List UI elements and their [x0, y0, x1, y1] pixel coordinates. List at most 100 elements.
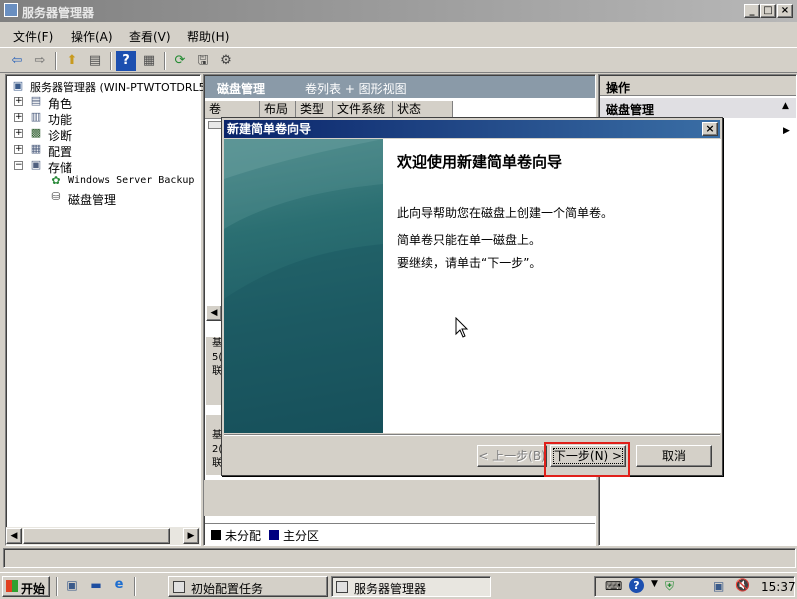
security-tray-icon[interactable]: ⛨ [665, 579, 674, 594]
actions-header: 操作 [600, 76, 796, 96]
tree-item-configuration[interactable]: 配置 [48, 143, 72, 160]
clock[interactable]: 15:37 [761, 580, 796, 594]
dialog-title: 新建简单卷向导 [227, 122, 312, 136]
tree-root[interactable]: 服务器管理器 (WIN-PTWTOTDRL5 [30, 79, 206, 95]
network-tray-icon[interactable]: ▣ [713, 579, 724, 593]
expand-diagnostics-icon[interactable]: + [14, 129, 23, 138]
wizard-content: 欢迎使用新建简单卷向导 此向导帮助您在磁盘上创建一个简单卷。 简单卷只能在单一磁… [383, 139, 721, 433]
primary-partition-swatch [269, 530, 279, 540]
dialog-close-button[interactable]: × [702, 122, 718, 136]
middle-header: 磁盘管理 卷列表 + 图形视图 [205, 76, 595, 98]
banner-wave-graphic [224, 139, 383, 433]
actions-header-title: 操作 [606, 81, 631, 95]
toolbar-separator [110, 52, 112, 70]
start-label: 开始 [21, 582, 46, 596]
toolbar-separator [164, 52, 166, 70]
restore-button[interactable]: □ [760, 4, 776, 18]
wizard-heading: 欢迎使用新建简单卷向导 [397, 153, 563, 171]
export-icon[interactable]: 🖫 [193, 51, 213, 71]
tree-item-features[interactable]: 功能 [48, 111, 72, 128]
status-bar [3, 548, 796, 568]
help-tray-icon[interactable]: ? [629, 578, 644, 593]
new-simple-volume-wizard: 新建简单卷向导 × 欢迎使用新建简单卷向导 此向导帮助您在磁盘上创建一个简单卷。… [221, 117, 723, 477]
expand-features-icon[interactable]: + [14, 113, 23, 122]
mouse-cursor-icon [455, 317, 469, 338]
disk-graphic-area [204, 480, 596, 516]
properties-icon[interactable]: ▦ [139, 51, 159, 71]
menu-file[interactable]: 文件(F) [13, 28, 53, 45]
disk-management-icon: ⛁ [51, 190, 61, 203]
toolbar-separator [55, 52, 57, 70]
navigation-tree[interactable]: ▣ 服务器管理器 (WIN-PTWTOTDRL5 + ▤ 角色 + ▥ 功能 +… [5, 74, 206, 546]
quicklaunch-desktop-icon[interactable]: ▬ [88, 578, 104, 594]
storage-icon: ▣ [30, 158, 42, 171]
expand-configuration-icon[interactable]: + [14, 145, 23, 154]
tree-item-roles[interactable]: 角色 [48, 95, 72, 112]
middle-header-title: 磁盘管理 [217, 82, 266, 96]
features-icon: ▥ [30, 110, 42, 123]
task-label-initial-config: 初始配置任务 [191, 582, 264, 596]
tree-item-disk-management[interactable]: 磁盘管理 [68, 191, 116, 208]
menu-action[interactable]: 操作(A) [71, 28, 113, 45]
cancel-button[interactable]: 取消 [636, 445, 712, 467]
window-titlebar[interactable]: 服务器管理器 _ □ × [0, 0, 797, 22]
taskbar: 开始 ▣ ▬ e 初始配置任务 服务器管理器 ⌨ ? ▼ ⛨ ▣ 🔇 15:37 [0, 572, 797, 599]
back-arrow-icon[interactable]: ⇦ [7, 51, 27, 71]
taskbar-task-server-manager[interactable]: 服务器管理器 [331, 576, 491, 597]
back-button: < 上一步(B) [477, 445, 547, 467]
task-window-icon [173, 581, 185, 593]
menu-help[interactable]: 帮助(H) [187, 28, 229, 45]
legend-primary-partition: 主分区 [283, 529, 320, 543]
middle-header-view: 卷列表 + 图形视图 [305, 82, 407, 96]
actions-section-title: 磁盘管理 [606, 103, 655, 117]
menu-view[interactable]: 查看(V) [129, 28, 171, 45]
expand-roles-icon[interactable]: + [14, 97, 23, 106]
scroll-thumb[interactable] [23, 528, 170, 544]
dialog-titlebar[interactable]: 新建简单卷向导 × [224, 120, 720, 138]
quicklaunch-server-manager-icon[interactable]: ▣ [64, 578, 80, 594]
windows-logo-icon [6, 580, 18, 592]
minimize-button[interactable]: _ [744, 4, 760, 18]
tree-item-diagnostics[interactable]: 诊断 [48, 127, 72, 144]
scroll-left-button[interactable]: ◀ [6, 528, 22, 544]
up-folder-icon[interactable]: ⬆ [62, 51, 82, 71]
window-title: 服务器管理器 [22, 6, 95, 20]
collapse-arrow-icon[interactable]: ▲ [782, 101, 789, 111]
configuration-icon: ▦ [30, 142, 42, 155]
tray-arrow-icon[interactable]: ▼ [651, 579, 658, 589]
task-window-icon [336, 581, 348, 593]
taskbar-separator [56, 577, 58, 596]
menu-bar: 文件(F) 操作(A) 查看(V) 帮助(H) [0, 24, 797, 46]
disk1-label[interactable]: 基 2( 联 [206, 415, 222, 475]
taskbar-separator [134, 577, 136, 596]
settings-icon[interactable]: ⚙ [216, 51, 236, 71]
wizard-paragraph-1: 此向导帮助您在磁盘上创建一个简单卷。 [397, 206, 614, 220]
scroll-right-button[interactable]: ▶ [183, 528, 199, 544]
actions-section[interactable]: 磁盘管理 ▲ [600, 98, 796, 118]
taskbar-task-initial-config[interactable]: 初始配置任务 [168, 576, 328, 597]
roles-icon: ▤ [30, 94, 42, 107]
quicklaunch-ie-icon[interactable]: e [111, 577, 127, 593]
disk0-label[interactable]: 基 5( 联 [206, 337, 222, 405]
legend-bar: 未分配 主分区 [205, 523, 595, 545]
dialog-separator [224, 434, 720, 436]
tree-horizontal-scrollbar[interactable]: ◀ ▶ [6, 527, 200, 545]
volume-muted-icon[interactable]: 🔇 [735, 578, 750, 592]
keyboard-icon[interactable]: ⌨ [605, 579, 622, 593]
row-drive-icon [208, 121, 222, 129]
task-label-server-manager: 服务器管理器 [354, 582, 427, 596]
collapse-storage-icon[interactable]: − [14, 161, 23, 170]
legend-unallocated: 未分配 [225, 529, 262, 543]
more-actions-arrow-icon[interactable]: ▶ [783, 126, 790, 136]
help-icon[interactable]: ? [116, 51, 136, 71]
volume-scroll-left[interactable]: ◀ [206, 305, 222, 321]
tree-item-backup[interactable]: Windows Server Backup [68, 175, 194, 186]
forward-arrow-icon[interactable]: ⇨ [30, 51, 50, 71]
diagnostics-icon: ▩ [30, 126, 42, 139]
refresh-icon[interactable]: ⟳ [170, 51, 190, 71]
wizard-banner-image [224, 139, 383, 433]
close-button[interactable]: × [777, 4, 793, 18]
show-tree-icon[interactable]: ▤ [85, 51, 105, 71]
start-button[interactable]: 开始 [2, 576, 50, 597]
server-manager-icon: ▣ [12, 79, 24, 92]
